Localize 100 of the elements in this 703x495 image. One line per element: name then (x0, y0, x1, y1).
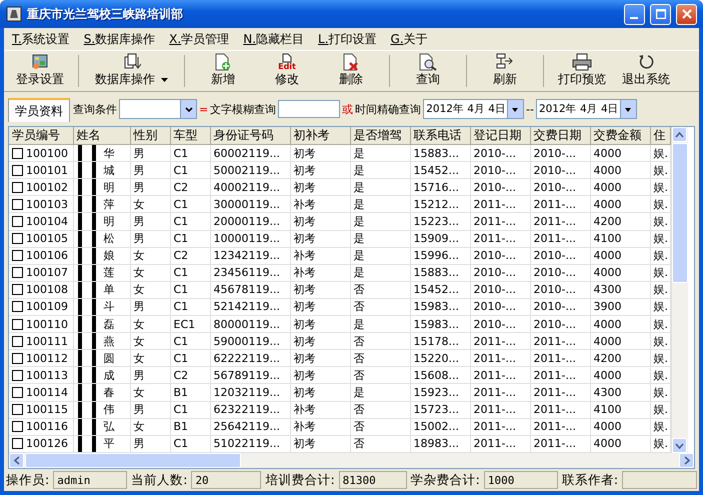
row-checkbox[interactable] (12, 336, 23, 347)
menu-item[interactable]: T.系统设置 (12, 30, 70, 48)
scrollbar-thumb[interactable] (672, 143, 688, 283)
scroll-left-button[interactable] (9, 453, 24, 468)
toolbar-button[interactable]: 新增 (191, 51, 255, 91)
redaction-bar (78, 162, 96, 178)
row-checkbox[interactable] (12, 284, 23, 296)
table-cell: 2011-... (470, 350, 530, 367)
row-checkbox[interactable] (12, 164, 23, 176)
table-cell: 男 (130, 366, 170, 384)
chevron-down-icon (674, 442, 684, 448)
date-from-picker[interactable]: 2012年 4月 4日 (423, 99, 524, 119)
column-header[interactable]: 学员编号 (9, 127, 73, 145)
table-cell: 娱. (650, 144, 670, 162)
table-cell: 是 (350, 196, 410, 213)
table-cell: C2 (170, 247, 210, 264)
table-cell: 女 (130, 281, 170, 298)
scroll-right-button[interactable] (679, 453, 694, 468)
table-cell: 4000 (590, 316, 650, 333)
status-label: 操作员: (6, 472, 50, 488)
menu-item[interactable]: N.隐藏栏目 (243, 30, 304, 48)
table-cell: 女 (130, 350, 170, 367)
table-cell: 磊 (104, 318, 114, 331)
minimize-button[interactable] (624, 4, 645, 24)
column-header[interactable]: 性别 (130, 127, 170, 145)
row-checkbox[interactable] (12, 148, 23, 159)
date-to-picker[interactable]: 2012年 4月 4日 (536, 99, 637, 119)
table-cell: 是 (350, 144, 410, 162)
column-header[interactable]: 交费金额 (590, 127, 650, 145)
column-header[interactable]: 交费日期 (530, 127, 590, 145)
row-checkbox[interactable] (12, 267, 23, 278)
toolbar-button[interactable]: 查询 (396, 51, 460, 91)
scroll-down-button[interactable] (672, 438, 686, 453)
table-cell: 娱. (650, 366, 670, 384)
close-button[interactable] (676, 4, 697, 24)
condition-dropdown[interactable] (119, 99, 197, 119)
menu-item[interactable]: G.关于 (390, 30, 428, 48)
column-header[interactable]: 登记日期 (470, 127, 530, 145)
status-value: 20 (191, 471, 262, 489)
scroll-up-button[interactable] (672, 127, 686, 142)
tree-arrow-icon (496, 53, 514, 71)
row-checkbox[interactable] (12, 318, 23, 330)
table-cell: 女 (130, 264, 170, 282)
column-header[interactable]: 联系电话 (410, 127, 470, 145)
table-cell: 娱. (650, 264, 670, 282)
row-checkbox[interactable] (12, 301, 23, 312)
toolbar-button[interactable]: 数据库操作 (85, 51, 178, 91)
table-cell: 补考 (290, 264, 350, 282)
menu-item[interactable]: S.数据库操作 (84, 30, 156, 48)
toolbar-button[interactable]: 退出系统 (614, 51, 678, 91)
toolbar-button[interactable]: 打印预览 (550, 51, 614, 91)
row-checkbox[interactable] (12, 421, 23, 432)
app-icon (6, 6, 22, 22)
row-checkbox[interactable] (12, 182, 23, 193)
menu-item[interactable]: X.学员管理 (169, 30, 230, 48)
row-checkbox[interactable] (12, 404, 23, 416)
fuzzy-query-label: 文字模糊查询 (210, 102, 276, 116)
table-cell: 100111 (26, 334, 68, 348)
table-cell: 100107 (26, 266, 68, 280)
table-cell: 2011-... (530, 418, 590, 436)
table-cell: C1 (170, 212, 210, 230)
table-cell: 斗 (104, 300, 114, 314)
row-checkbox[interactable] (12, 198, 23, 210)
column-header[interactable]: 身份证号码 (210, 127, 290, 145)
table-cell: 初考 (290, 281, 350, 298)
scrollbar-thumb[interactable] (25, 453, 241, 468)
row-checkbox[interactable] (12, 250, 23, 262)
row-checkbox[interactable] (12, 386, 23, 398)
table-cell: 4000 (590, 366, 650, 384)
table-cell: 娱. (650, 316, 670, 333)
column-header[interactable]: 车型 (170, 127, 210, 145)
row-checkbox[interactable] (12, 233, 23, 244)
menu-item[interactable]: L.打印设置 (318, 30, 377, 48)
table-cell: 2011-... (530, 350, 590, 367)
column-header[interactable]: 姓名 (73, 127, 130, 145)
row-checkbox[interactable] (12, 216, 23, 228)
table-cell: 女 (130, 316, 170, 333)
database-grid-icon (31, 53, 49, 71)
table-cell: C1 (170, 230, 210, 248)
row-checkbox[interactable] (12, 352, 23, 364)
toolbar-button[interactable]: 刷新 (473, 51, 537, 91)
row-checkbox[interactable] (12, 370, 23, 381)
table-cell: 女 (130, 384, 170, 401)
table-cell: 100102 (26, 180, 68, 194)
tab[interactable]: 学员资料 (8, 98, 70, 122)
column-header[interactable]: 初补考 (290, 127, 350, 145)
maximize-button[interactable] (650, 4, 671, 24)
toolbar-button[interactable]: 登录设置 (8, 51, 72, 91)
row-checkbox[interactable] (12, 438, 23, 450)
toolbar-button[interactable]: Edit 修改 (255, 51, 319, 91)
table-cell: 松 (104, 232, 114, 246)
table-cell: 2011-... (470, 332, 530, 350)
column-header[interactable]: 住 (650, 127, 670, 145)
table-cell: 是 (350, 316, 410, 333)
column-header[interactable]: 是否增驾 (350, 127, 410, 145)
table-cell: 15909... (410, 230, 470, 248)
table-cell: 男 (130, 298, 170, 316)
toolbar-button[interactable]: 删除 (319, 51, 383, 91)
search-field[interactable] (278, 100, 340, 118)
table-cell: 15983... (410, 316, 470, 333)
